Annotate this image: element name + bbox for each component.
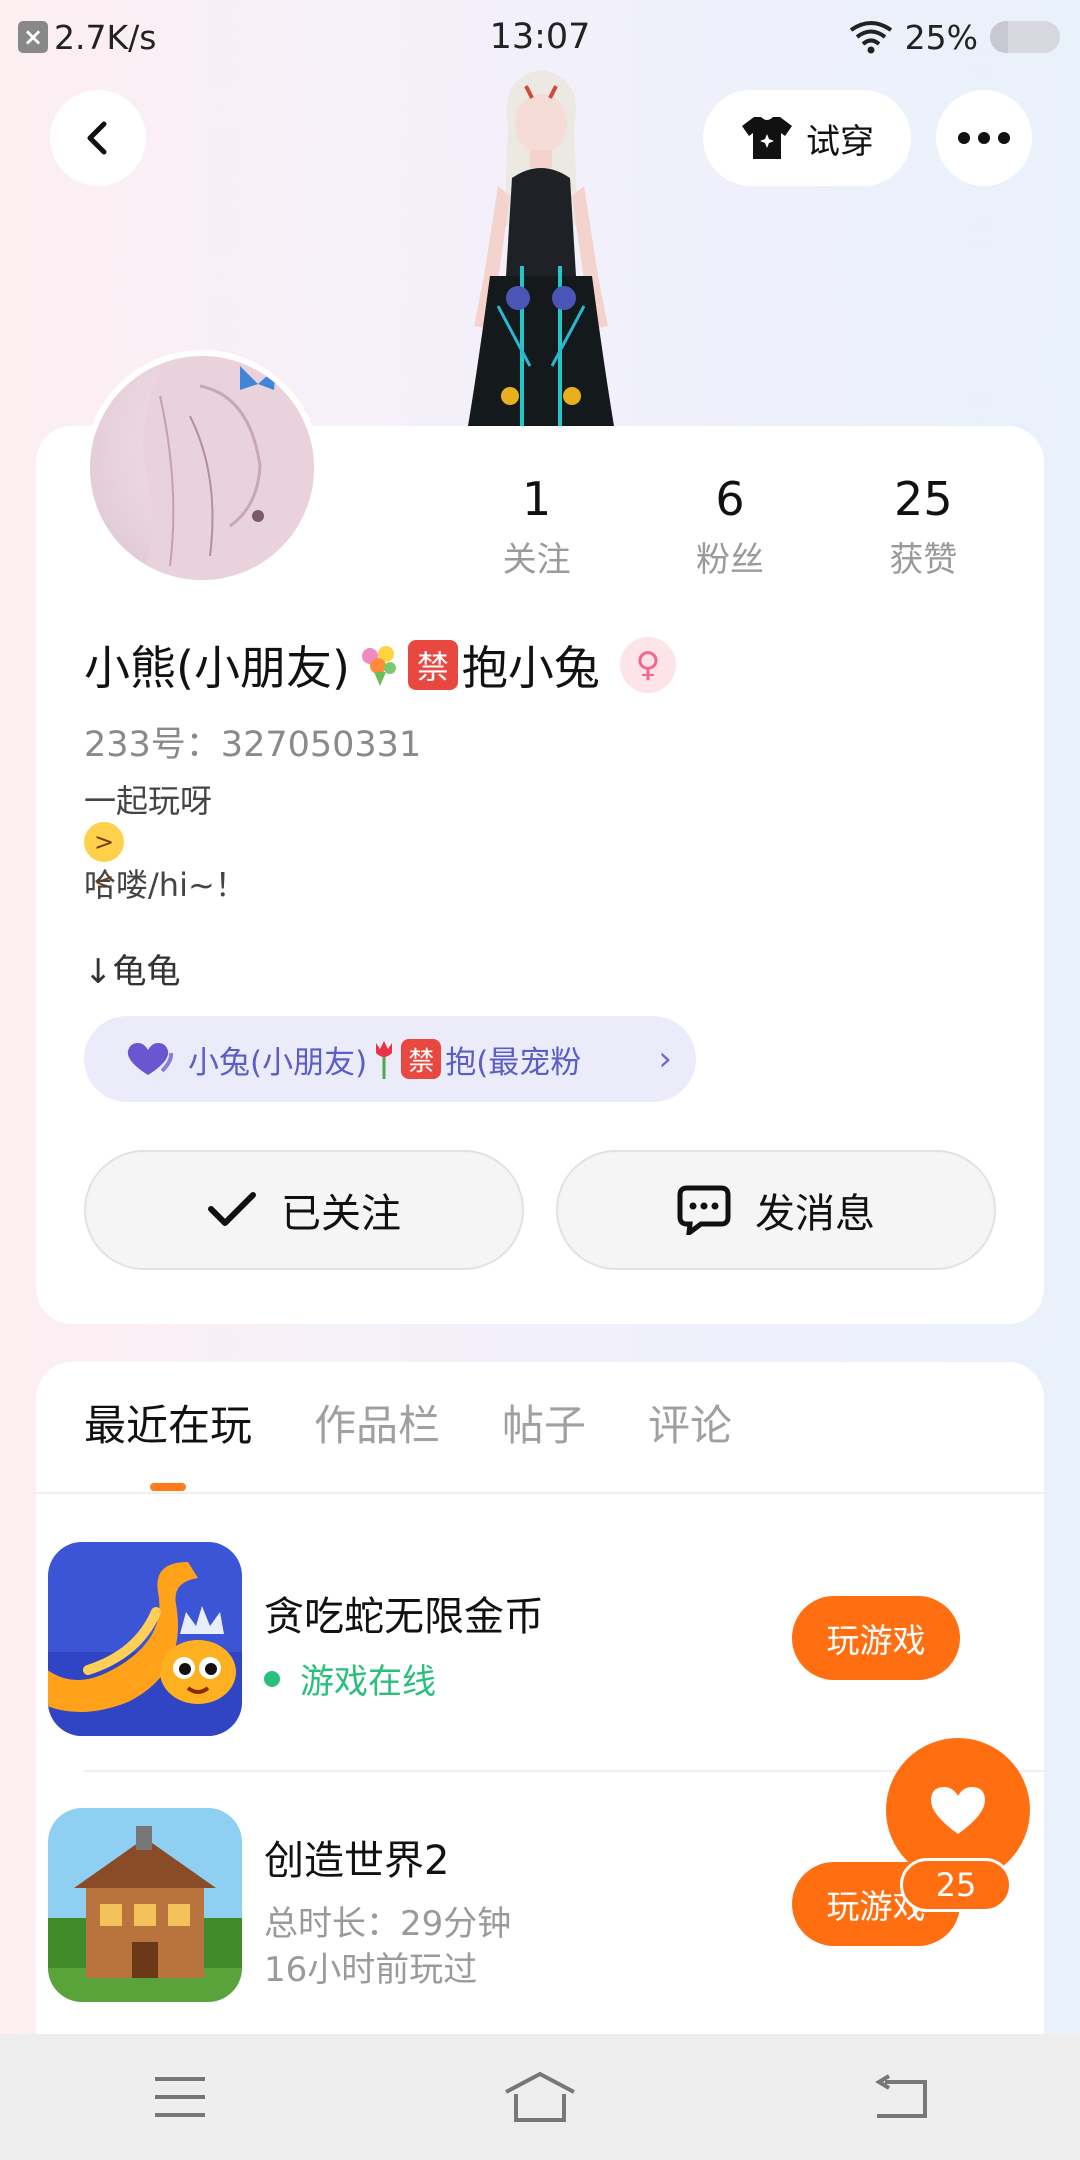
home-icon <box>505 2071 575 2122</box>
tab-comments[interactable]: 评论 <box>648 1392 732 1483</box>
game-online-status: 游戏在线 <box>264 1654 436 1703</box>
followed-button[interactable]: 已关注 <box>84 1150 524 1270</box>
game-online-label: 游戏在线 <box>300 1662 436 1702</box>
try-on-button[interactable]: 试穿 <box>703 90 911 186</box>
gender-female-icon: ♀ <box>619 637 676 693</box>
bio: 一起玩呀 >< 哈喽/hi~！ <box>84 780 247 906</box>
stat-followers-label: 粉丝 <box>695 540 764 580</box>
status-right: 25% <box>849 18 1060 57</box>
fan-pill-text-b: 抱(最宠粉 <box>445 1044 582 1081</box>
stat-followers-count: 6 <box>715 472 745 526</box>
bio-line-2: 哈喽/hi~！ <box>84 866 247 904</box>
shirt-icon <box>742 117 792 159</box>
tabs-divider <box>36 1492 1044 1494</box>
bouquet-emoji-icon <box>354 640 404 690</box>
fan-pill-text-a: 小兔(小朋友) <box>188 1044 368 1081</box>
network-speed: 2.7K/s <box>54 17 157 57</box>
tab-recently-played[interactable]: 最近在玩 <box>84 1392 252 1483</box>
nickname: 小熊(小朋友) 禁 抱小兔 ♀ <box>84 632 676 698</box>
game-title: 贪吃蛇无限金币 <box>264 1594 544 1640</box>
game-row[interactable]: 贪吃蛇无限金币 游戏在线 玩游戏 <box>48 1542 960 1736</box>
chevron-right-icon: › <box>658 1039 672 1079</box>
try-on-label: 试穿 <box>806 121 874 162</box>
battery-percent: 25% <box>904 17 978 57</box>
back-button[interactable] <box>50 90 146 186</box>
bio-emoji-line: >< <box>84 822 247 896</box>
status-left: × 2.7K/s <box>18 18 156 57</box>
followed-label: 已关注 <box>281 1191 401 1237</box>
user-id[interactable]: 233号：327050331 <box>84 716 421 767</box>
more-button[interactable] <box>936 90 1032 186</box>
system-nav-bar <box>0 2034 1080 2160</box>
double-heart-icon <box>127 1043 174 1075</box>
more-dots-icon <box>958 132 1010 144</box>
follow-tag: ↓龟龟 <box>84 952 181 992</box>
tab-works[interactable]: 作品栏 <box>314 1392 440 1483</box>
bio-line-1: 一起玩呀 <box>84 782 213 820</box>
back-nav-button[interactable] <box>840 2052 960 2142</box>
status-bar: × 2.7K/s 13:07 25% <box>0 0 1080 74</box>
menu-button[interactable] <box>120 2052 240 2142</box>
profile-stats: 1 关注 6 粉丝 25 获赞 <box>440 470 1020 581</box>
nickname-part-a: 小熊(小朋友) <box>84 641 350 695</box>
profile-avatar[interactable] <box>84 350 320 586</box>
wifi-icon <box>849 21 892 54</box>
send-message-label: 发消息 <box>755 1191 875 1237</box>
forbidden-emoji-icon: 禁 <box>407 640 458 690</box>
send-message-button[interactable]: 发消息 <box>556 1150 996 1270</box>
stat-following-count: 1 <box>522 472 552 526</box>
stat-following[interactable]: 1 关注 <box>440 470 633 581</box>
game-last-played: 16小时前玩过 <box>264 1950 478 1990</box>
game-duration: 总时长：29分钟 <box>264 1904 512 1944</box>
stat-likes[interactable]: 25 获赞 <box>827 470 1020 581</box>
stat-following-label: 关注 <box>502 540 571 580</box>
back-arrow-icon <box>87 121 107 155</box>
content-tabs: 最近在玩 作品栏 帖子 评论 <box>84 1392 732 1483</box>
menu-icon <box>155 2077 205 2117</box>
tab-posts[interactable]: 帖子 <box>502 1392 586 1483</box>
fan-badge-pill[interactable]: 小兔(小朋友) 禁 抱(最宠粉 › <box>84 1016 696 1102</box>
return-icon <box>875 2074 927 2118</box>
heart-icon <box>930 1787 986 1834</box>
stat-likes-count: 25 <box>894 472 953 526</box>
snake-game-icon <box>48 1542 242 1736</box>
avatar-3d-figure[interactable] <box>438 66 644 426</box>
message-bubble-icon <box>677 1185 731 1235</box>
play-game-button[interactable]: 玩游戏 <box>792 1596 960 1680</box>
stat-likes-label: 获赞 <box>889 540 958 580</box>
nickname-part-b: 抱小兔 <box>461 641 600 695</box>
stat-followers[interactable]: 6 粉丝 <box>633 470 826 581</box>
laughing-face-icon: >< <box>84 822 124 896</box>
fan-forbidden-icon: 禁 <box>401 1039 442 1079</box>
tulip-icon <box>376 1041 393 1079</box>
battery-icon <box>990 21 1060 53</box>
world-game-icon <box>48 1808 242 2002</box>
home-button[interactable] <box>480 2052 600 2142</box>
game-row[interactable]: 创造世界2 总时长：29分钟 16小时前玩过 玩游戏 <box>48 1808 960 2002</box>
like-count-badge: 25 <box>900 1858 1012 1912</box>
online-dot-icon <box>264 1670 280 1687</box>
notification-x-icon: × <box>18 21 48 53</box>
check-icon <box>208 1192 256 1226</box>
game-title: 创造世界2 <box>264 1838 450 1884</box>
